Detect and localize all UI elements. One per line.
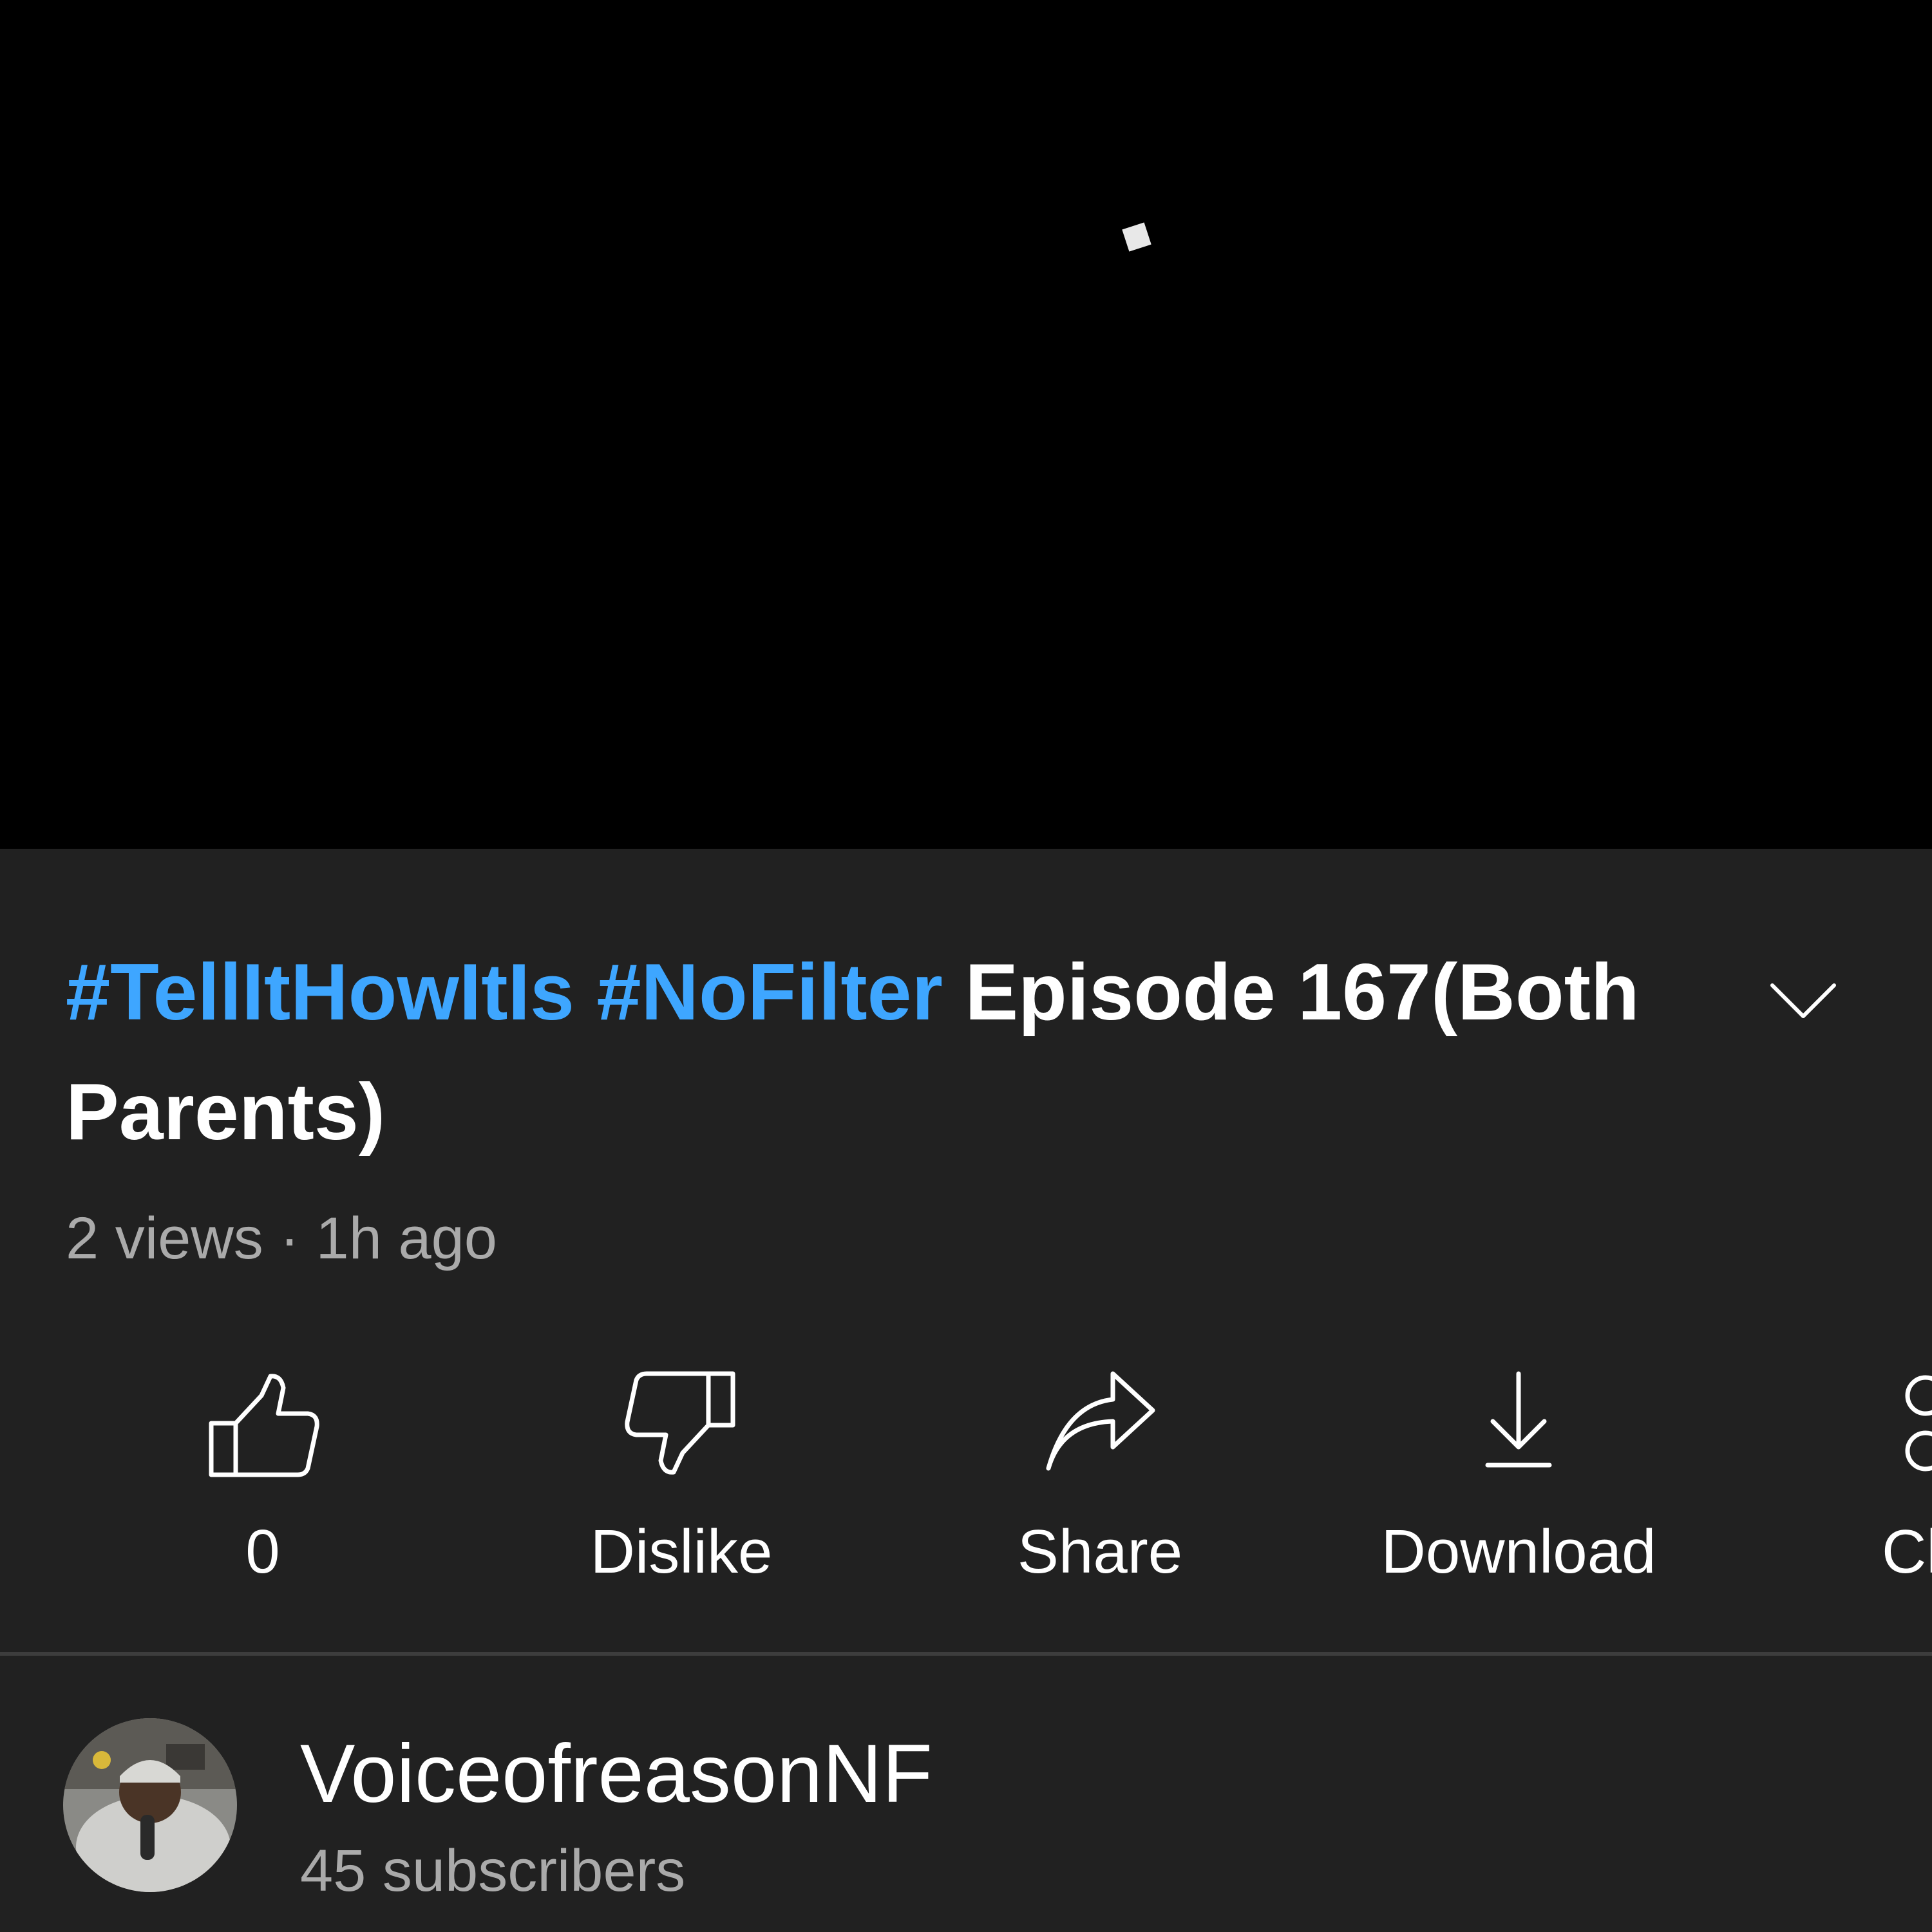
channel-name[interactable]: VoiceofreasonNF xyxy=(300,1719,933,1829)
like-count: 0 xyxy=(245,1517,280,1586)
share-button[interactable]: Share xyxy=(933,1352,1267,1604)
dislike-label: Dislike xyxy=(590,1517,773,1586)
loading-indicator xyxy=(1122,222,1151,252)
thumbs-up-icon xyxy=(209,1374,319,1477)
video-meta: 2 views · 1h ago xyxy=(66,1197,497,1280)
expand-description-button[interactable] xyxy=(1758,966,1848,1030)
channel-row[interactable]: VoiceofreasonNF 45 subscribers xyxy=(0,1700,1932,1919)
clip-label: Cl xyxy=(1882,1517,1932,1586)
download-icon xyxy=(1485,1371,1552,1468)
clip-button[interactable]: Cl xyxy=(1765,1352,1932,1604)
title-hashtags[interactable]: #TellItHowItIs #NoFilter xyxy=(66,948,943,1037)
thumbs-down-icon xyxy=(625,1371,735,1475)
avatar-image xyxy=(63,1718,237,1892)
meta-separator: · xyxy=(279,1206,299,1271)
video-title[interactable]: #TellItHowItIs #NoFilter Episode 167(Bot… xyxy=(66,933,1701,1172)
action-bar: 0 Dislike Share Download Cl xyxy=(0,1352,1932,1604)
dislike-button[interactable]: Dislike xyxy=(514,1352,849,1604)
section-divider xyxy=(0,1652,1932,1656)
chevron-down-icon xyxy=(1770,983,1836,1018)
download-button[interactable]: Download xyxy=(1351,1352,1686,1604)
video-player[interactable] xyxy=(0,0,1932,849)
view-count: 2 views xyxy=(66,1206,263,1271)
subscriber-count: 45 subscribers xyxy=(300,1838,686,1904)
like-button[interactable]: 0 xyxy=(95,1352,430,1604)
download-label: Download xyxy=(1381,1517,1656,1586)
upload-age: 1h ago xyxy=(316,1206,497,1271)
share-arrow-icon xyxy=(1046,1371,1155,1471)
clip-scissors-icon xyxy=(1905,1375,1932,1472)
share-label: Share xyxy=(1017,1517,1183,1586)
channel-avatar[interactable] xyxy=(63,1718,237,1892)
